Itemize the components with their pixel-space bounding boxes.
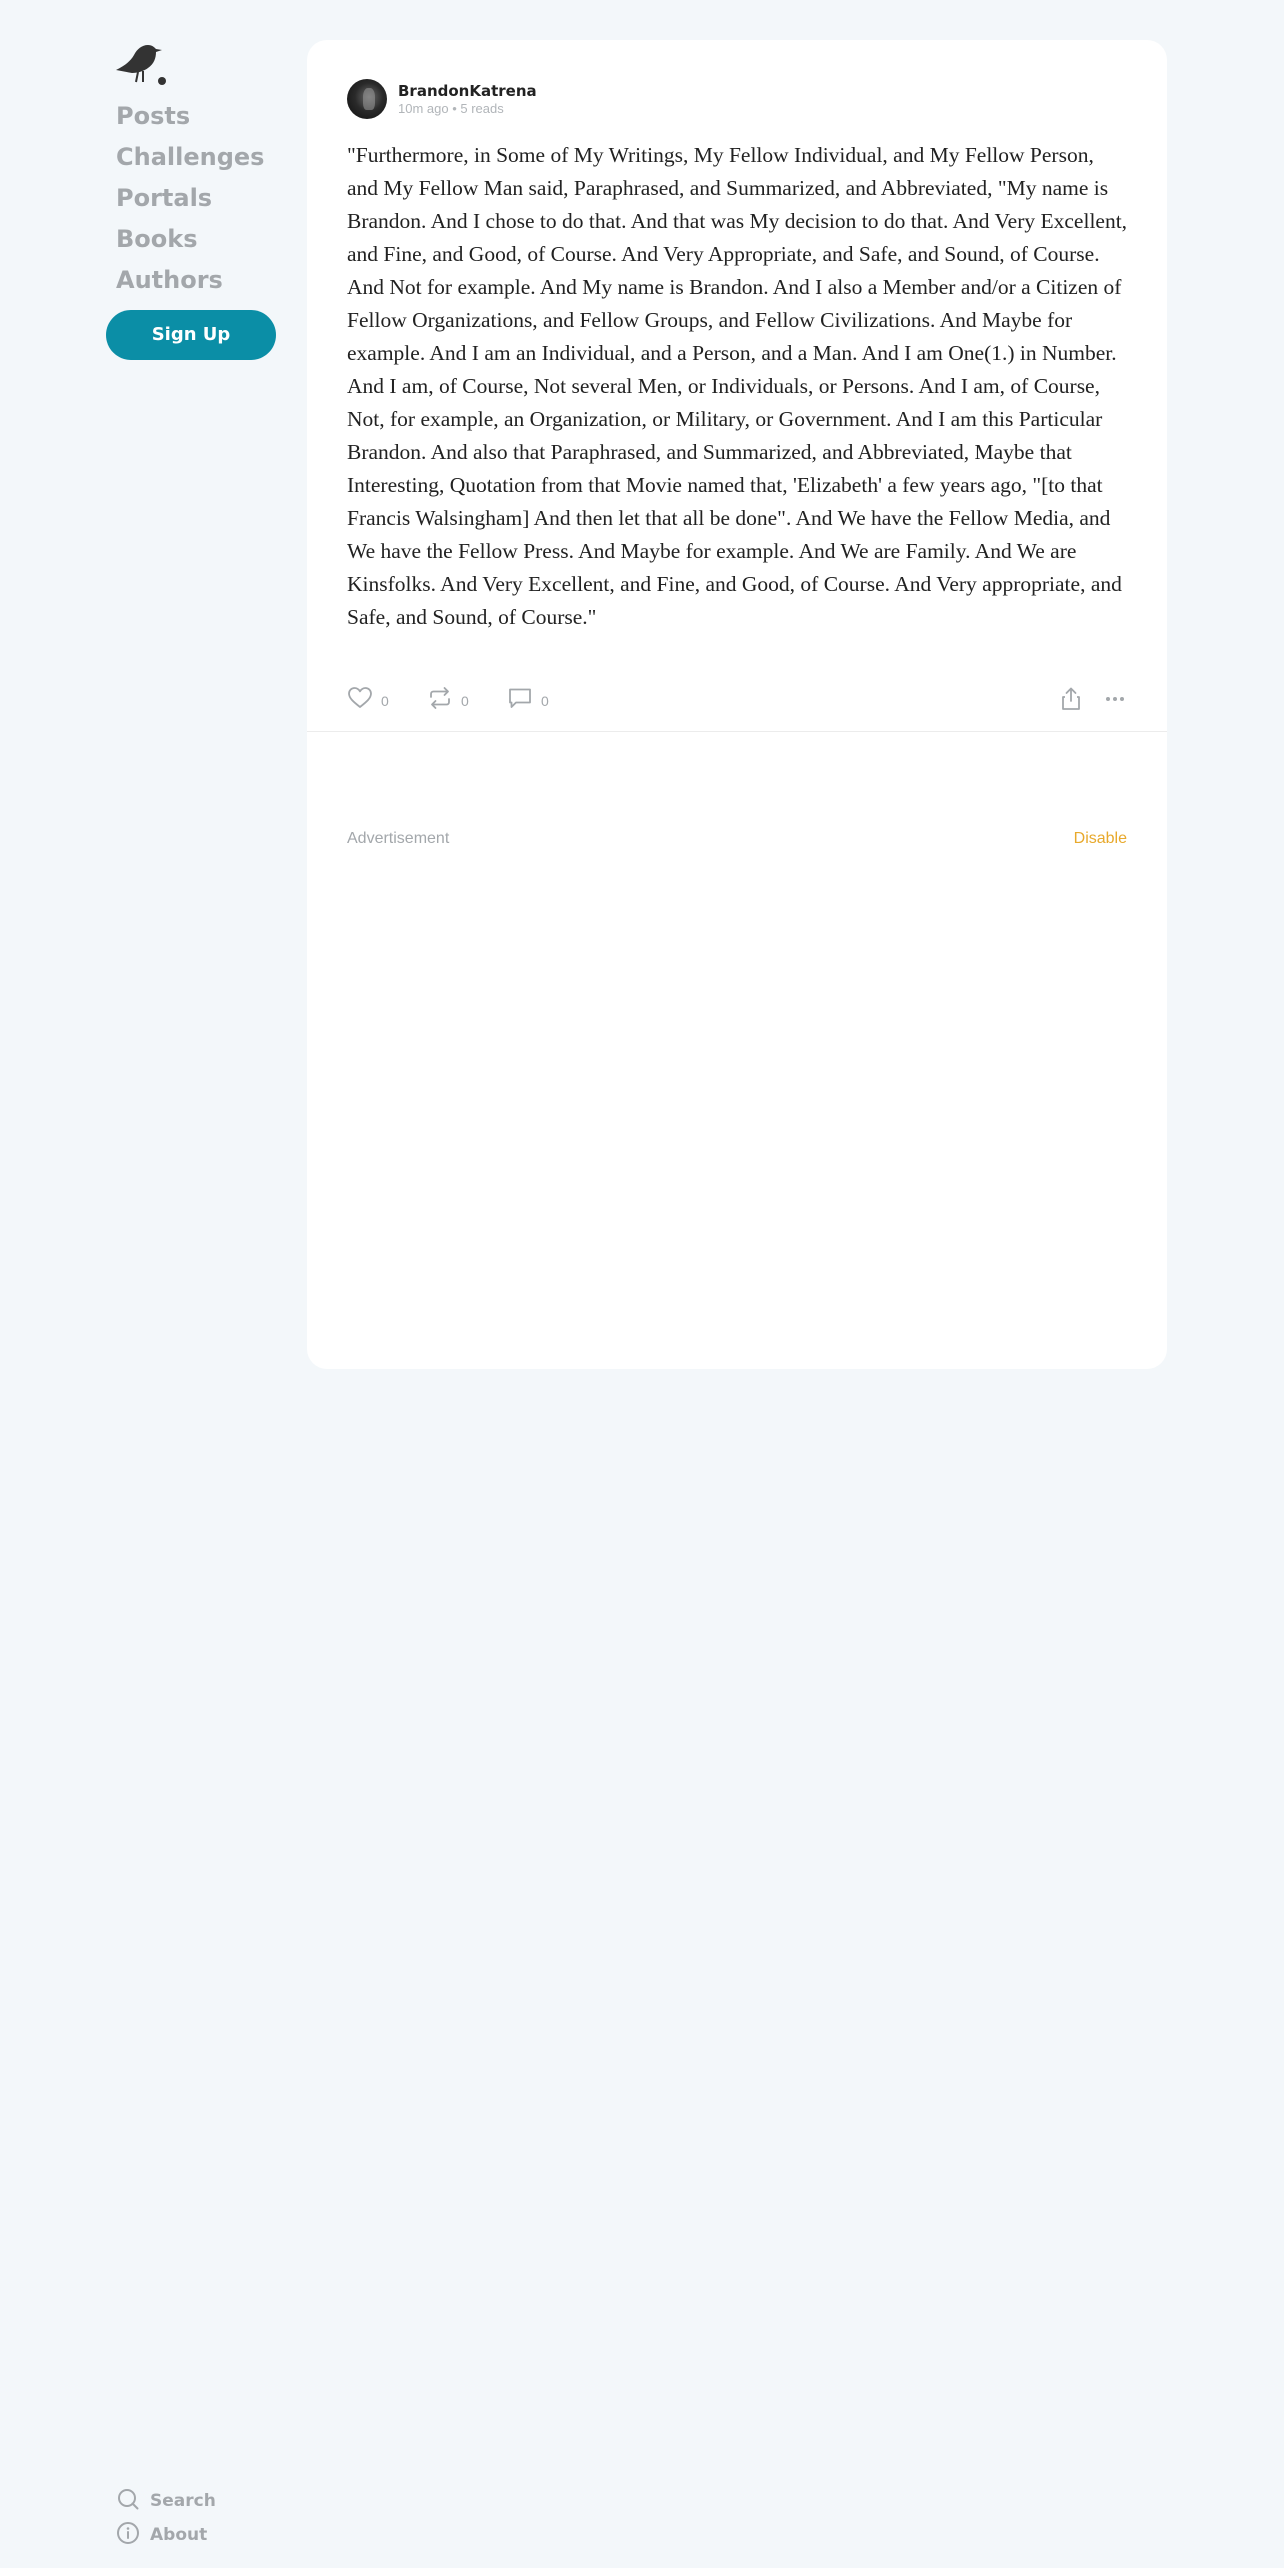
disable-ads-link[interactable]: Disable (1074, 830, 1127, 848)
share-button[interactable] (1059, 686, 1083, 717)
comment-button[interactable]: 0 (507, 686, 549, 715)
author-block: BrandonKatrena 10m ago • 5 reads (398, 82, 537, 117)
nav-item-books[interactable]: Books (116, 219, 264, 260)
like-count: 0 (381, 692, 389, 709)
divider (307, 731, 1167, 732)
post-header: BrandonKatrena 10m ago • 5 reads (347, 79, 537, 119)
heart-icon (347, 686, 373, 715)
nav-item-portals[interactable]: Portals (116, 178, 264, 219)
search-icon (116, 2487, 150, 2516)
post-meta: 10m ago • 5 reads (398, 101, 537, 117)
repost-button[interactable]: 0 (427, 686, 469, 715)
more-dots-icon (1103, 686, 1127, 717)
about-label: About (150, 2525, 208, 2545)
about-link[interactable]: About (116, 2518, 216, 2552)
comment-count: 0 (541, 692, 549, 709)
comment-icon (507, 686, 533, 715)
read-count: 5 reads (460, 100, 504, 116)
crow-logo-icon[interactable] (112, 40, 170, 88)
advertisement-label: Advertisement (347, 830, 450, 847)
main-nav: Posts Challenges Portals Books Authors (116, 96, 264, 301)
post-body: "Furthermore, in Some of My Writings, My… (347, 143, 1128, 629)
nav-item-challenges[interactable]: Challenges (116, 137, 264, 178)
nav-item-posts[interactable]: Posts (116, 96, 264, 137)
avatar[interactable] (347, 79, 387, 119)
info-icon (116, 2521, 150, 2550)
meta-separator: • (448, 100, 461, 116)
post-time: 10m ago (398, 100, 449, 116)
search-link[interactable]: Search (116, 2484, 216, 2518)
post-actions: 0 0 0 (347, 686, 1127, 716)
footer-links: Search About (116, 2484, 216, 2552)
like-button[interactable]: 0 (347, 686, 389, 715)
sign-up-button[interactable]: Sign Up (106, 310, 276, 360)
author-name[interactable]: BrandonKatrena (398, 82, 537, 100)
nav-item-authors[interactable]: Authors (116, 260, 264, 301)
post-card: BrandonKatrena 10m ago • 5 reads "Furthe… (307, 40, 1167, 1369)
search-label: Search (150, 2491, 216, 2511)
more-options-button[interactable] (1103, 686, 1127, 717)
share-icon (1059, 686, 1083, 717)
repost-icon (427, 686, 453, 715)
repost-count: 0 (461, 692, 469, 709)
